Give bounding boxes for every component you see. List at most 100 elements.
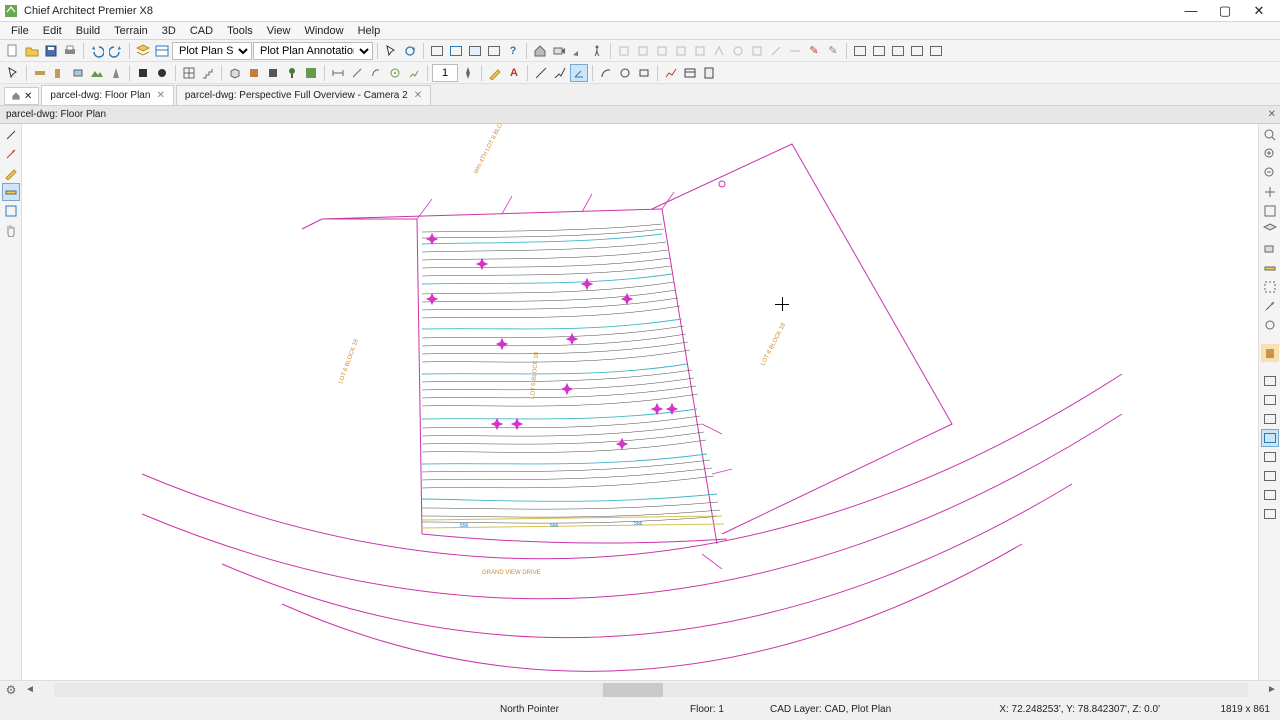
tab-close-icon[interactable]: ✕ [156,90,164,101]
compass-button[interactable] [459,64,477,82]
settings-gear-icon[interactable]: ⚙ [0,683,22,697]
menu-3d[interactable]: 3D [155,25,183,37]
tb-o[interactable]: ✎ [805,42,823,60]
menu-cad[interactable]: CAD [183,25,220,37]
table-tool[interactable] [681,64,699,82]
menu-edit[interactable]: Edit [36,25,69,37]
rt-refresh-icon[interactable] [1261,316,1279,334]
text-button[interactable]: A [505,64,523,82]
horizontal-scrollbar[interactable]: ⚙ ◄ ► [0,680,1280,698]
select-objects-button[interactable] [382,42,400,60]
plan-set-dropdown[interactable]: Plot Plan Set [172,42,252,60]
rt-d8-icon[interactable] [1261,505,1279,523]
menu-help[interactable]: Help [351,25,388,37]
undo-button[interactable] [88,42,106,60]
tb-g[interactable] [653,42,671,60]
floor-level-field[interactable] [432,64,458,82]
lt-arrow-icon[interactable] [2,145,20,163]
rt-d4-icon[interactable] [1261,429,1279,447]
layer-display-button[interactable] [153,42,171,60]
tb-s[interactable] [889,42,907,60]
menu-view[interactable]: View [260,25,298,37]
tb-d[interactable] [485,42,503,60]
tb-q[interactable] [851,42,869,60]
layers-button[interactable] [134,42,152,60]
rt-zoom-out-icon[interactable] [1261,164,1279,182]
walk-icon[interactable] [588,42,606,60]
menu-window[interactable]: Window [297,25,350,37]
terrain2-button[interactable] [302,64,320,82]
tb-j[interactable] [710,42,728,60]
tab-floor-plan[interactable]: parcel-dwg: Floor Plan ✕ [41,85,173,105]
circle-tool[interactable] [616,64,634,82]
pointer-button[interactable] [4,64,22,82]
cabinet-button[interactable] [245,64,263,82]
tab-perspective[interactable]: parcel-dwg: Perspective Full Overview - … [176,85,431,105]
tb-n[interactable] [786,42,804,60]
scroll-thumb[interactable] [603,683,663,697]
tab-home-icon[interactable]: ✕ [4,87,39,105]
tb-f[interactable] [634,42,652,60]
tb-c[interactable] [466,42,484,60]
terrain-button[interactable] [88,64,106,82]
tb-r[interactable] [870,42,888,60]
menu-build[interactable]: Build [69,25,107,37]
square-button[interactable] [134,64,152,82]
tb-b[interactable] [447,42,465,60]
scroll-left-icon[interactable]: ◄ [22,684,38,695]
rt-d5-icon[interactable] [1261,448,1279,466]
redo-button[interactable] [107,42,125,60]
fixture-button[interactable] [264,64,282,82]
tb-h[interactable] [672,42,690,60]
line-tool[interactable] [532,64,550,82]
cutaway-icon[interactable] [569,42,587,60]
box3d-button[interactable] [226,64,244,82]
rt-layers-icon[interactable] [1261,221,1279,239]
lt-measure-icon[interactable] [2,183,20,201]
dim4-button[interactable] [386,64,404,82]
save-file-button[interactable] [42,42,60,60]
lt-hand-icon[interactable] [2,221,20,239]
tb-e[interactable] [615,42,633,60]
rt-ruler-icon[interactable] [1261,259,1279,277]
stairs-button[interactable] [199,64,217,82]
rt-d7-icon[interactable] [1261,486,1279,504]
dim1-button[interactable] [329,64,347,82]
tb-a[interactable] [428,42,446,60]
tb-i[interactable] [691,42,709,60]
annotations-dropdown[interactable]: Plot Plan Annotations [253,42,373,60]
door-button[interactable] [50,64,68,82]
circle-button[interactable] [153,64,171,82]
help-button[interactable]: ? [504,42,522,60]
calc-tool[interactable] [700,64,718,82]
refresh-button[interactable] [401,42,419,60]
rt-clip-icon[interactable] [1261,278,1279,296]
new-file-button[interactable] [4,42,22,60]
window-button[interactable] [69,64,87,82]
menu-tools[interactable]: Tools [220,25,260,37]
rt-d6-icon[interactable] [1261,467,1279,485]
menu-file[interactable]: File [4,25,36,37]
lt-line-icon[interactable] [2,126,20,144]
print-button[interactable] [61,42,79,60]
rt-zoom-in-icon[interactable] [1261,145,1279,163]
rt-zoom-extents-icon[interactable] [1261,126,1279,144]
tb-k[interactable] [729,42,747,60]
tb-l[interactable] [748,42,766,60]
dim5-button[interactable] [405,64,423,82]
view-close-icon[interactable]: ✕ [1268,109,1276,120]
lt-grid-icon[interactable] [2,202,20,220]
maximize-button[interactable]: ▢ [1208,1,1242,21]
road-button[interactable] [107,64,125,82]
dim3-button[interactable] [367,64,385,82]
rt-d1-icon[interactable] [1261,372,1279,390]
close-window-button[interactable]: ✕ [1242,1,1276,21]
grid-button[interactable] [180,64,198,82]
angle-snap-button[interactable] [570,64,588,82]
arc-tool[interactable] [597,64,615,82]
lt-pencil-icon[interactable] [2,164,20,182]
tab-close-icon[interactable]: ✕ [414,90,422,101]
rt-d2-icon[interactable] [1261,391,1279,409]
open-file-button[interactable] [23,42,41,60]
pencil-button[interactable] [486,64,504,82]
